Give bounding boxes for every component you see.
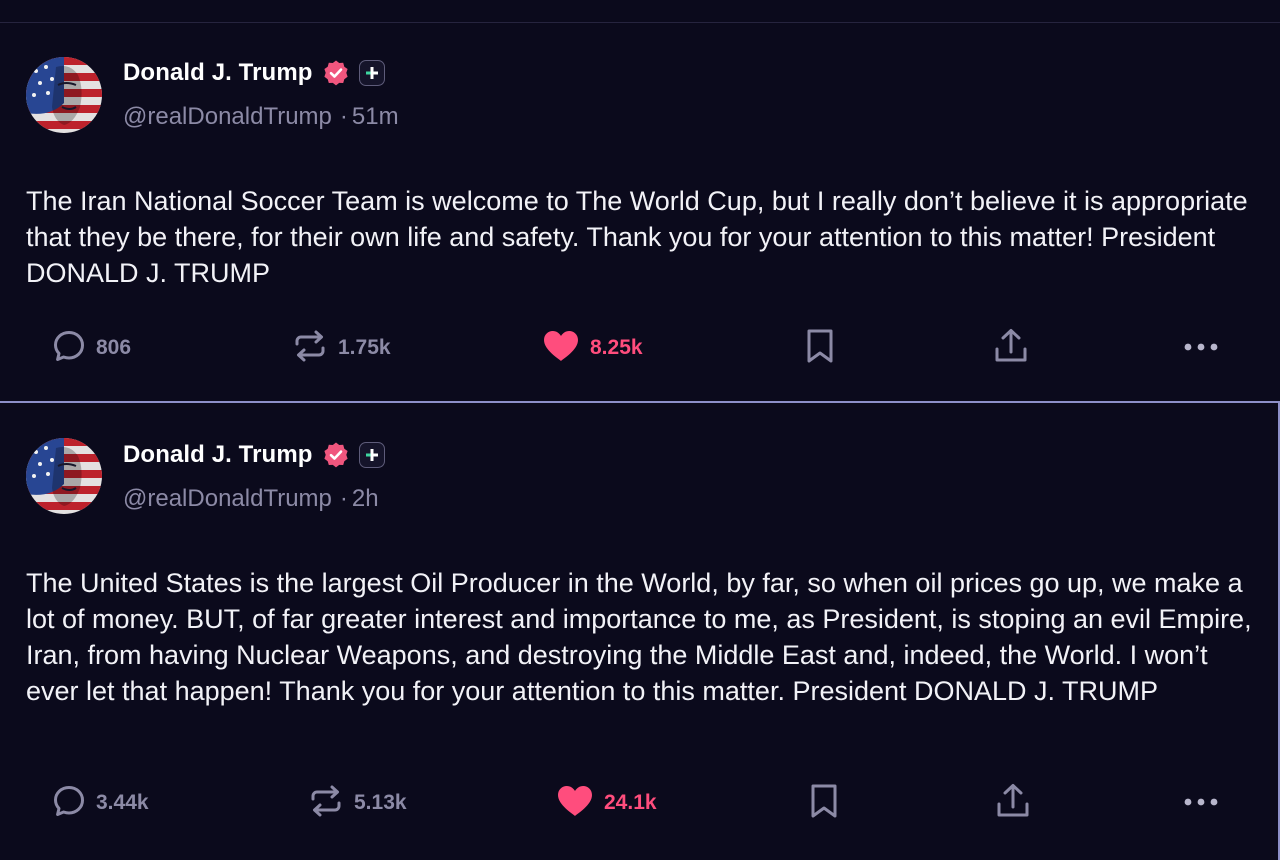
author-name[interactable]: Donald J. Trump [123, 441, 313, 469]
verified-badge-icon [322, 441, 350, 469]
avatar-image [26, 438, 102, 514]
upload-share-icon [992, 327, 1030, 370]
more-options-button[interactable] [1183, 783, 1219, 823]
like-button[interactable]: 8.25k [542, 328, 643, 368]
author-name[interactable]: Donald J. Trump [123, 59, 313, 87]
author-handle[interactable]: @realDonaldTrump [123, 103, 332, 130]
author-meta: @realDonaldTrump · 51m [123, 103, 399, 131]
post-text: The Iran National Soccer Team is welcome… [26, 186, 1248, 288]
author-handle[interactable]: @realDonaldTrump [123, 485, 332, 512]
like-count: 24.1k [604, 791, 657, 814]
bookmark-button[interactable] [808, 783, 840, 823]
speech-bubble-icon [52, 329, 86, 368]
share-button[interactable] [992, 328, 1030, 368]
repost-arrows-icon [292, 329, 328, 368]
plus-badge-icon [358, 60, 385, 86]
feed: Donald J. Trump @realDonaldTrump · 51m The… [0, 0, 1280, 860]
author-row: Donald J. Trump [123, 440, 385, 470]
post[interactable]: Donald J. Trump @realDonaldTrump · 51m The… [0, 23, 1280, 401]
repost-count: 5.13k [354, 791, 407, 814]
like-button[interactable]: 24.1k [556, 783, 657, 823]
ellipsis-icon [1183, 794, 1219, 812]
avatar[interactable] [26, 438, 102, 514]
post-timestamp[interactable]: 2h [352, 485, 379, 512]
bookmark-icon [804, 328, 836, 369]
heart-icon [542, 329, 580, 368]
avatar[interactable] [26, 57, 102, 133]
reply-count: 806 [96, 336, 132, 359]
like-count: 8.25k [590, 336, 643, 359]
repost-button[interactable]: 1.75k [292, 328, 391, 368]
ellipsis-icon [1183, 339, 1219, 357]
bookmark-icon [808, 783, 840, 824]
meta-separator: · [339, 485, 348, 512]
plus-badge-icon [358, 442, 385, 468]
reply-count: 3.44k [96, 791, 149, 814]
avatar-image [26, 57, 102, 133]
reply-button[interactable]: 806 [52, 328, 131, 368]
repost-arrows-icon [308, 784, 344, 823]
post-timestamp[interactable]: 51m [352, 103, 399, 130]
author-meta: @realDonaldTrump · 2h [123, 485, 379, 513]
reply-button[interactable]: 3.44k [52, 783, 149, 823]
share-button[interactable] [994, 783, 1032, 823]
verified-badge-icon [322, 59, 350, 87]
speech-bubble-icon [52, 784, 86, 823]
repost-button[interactable]: 5.13k [308, 783, 407, 823]
post-actions: 806 1.75k 8.25k [0, 328, 1280, 368]
author-row: Donald J. Trump [123, 58, 385, 88]
bookmark-button[interactable] [804, 328, 836, 368]
post-text: The United States is the largest Oil Pro… [26, 568, 1252, 706]
post-actions: 3.44k 5.13k 24.1k [0, 783, 1280, 823]
upload-share-icon [994, 782, 1032, 825]
heart-icon [556, 784, 594, 823]
meta-separator: · [339, 103, 348, 130]
post[interactable]: Donald J. Trump @realDonaldTrump · 2h The … [0, 401, 1280, 860]
repost-count: 1.75k [338, 336, 391, 359]
more-options-button[interactable] [1183, 328, 1219, 368]
